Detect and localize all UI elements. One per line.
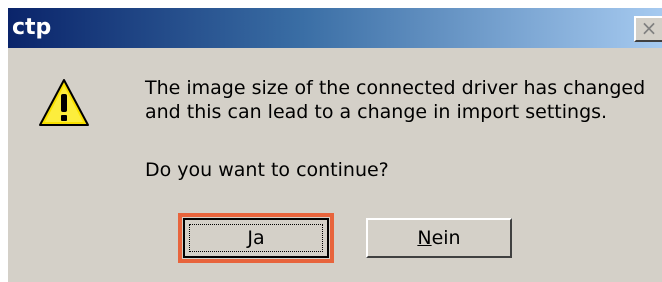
window-title: ctp [12,15,52,40]
yes-button[interactable]: Ja [178,213,334,263]
no-button-mnemonic: N [417,227,432,249]
close-button[interactable]: × [634,16,662,42]
message-line-1: The image size of the connected driver h… [145,77,646,99]
message-line-2: and this can lead to a change in import … [145,101,608,123]
no-button[interactable]: Nein [366,218,512,258]
warning-icon [39,79,89,126]
no-button-label: ein [431,227,461,249]
confirm-question: Do you want to continue? [145,159,389,181]
message-dialog: ctp × The image size of the connected dr… [8,8,662,282]
focus-rectangle [189,224,323,252]
close-icon: × [640,16,658,40]
title-bar[interactable]: ctp × [8,8,662,48]
